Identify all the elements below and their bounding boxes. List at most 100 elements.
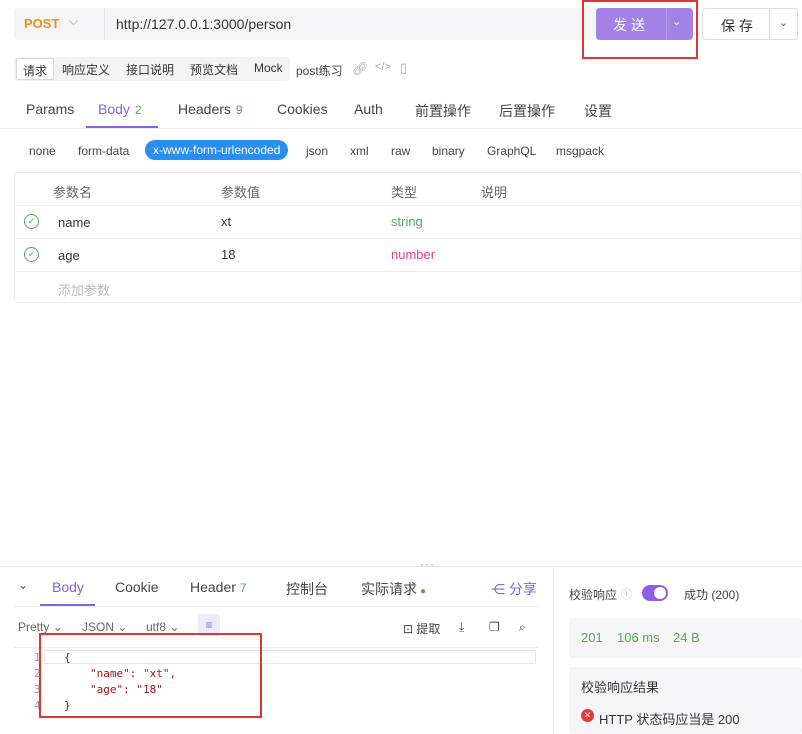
- validate-status: 成功 (200): [684, 588, 740, 602]
- tab-response-header-label: Header: [190, 579, 236, 595]
- tab-params[interactable]: Params: [26, 101, 74, 117]
- tab-preview-doc[interactable]: 预览文档: [184, 58, 244, 80]
- collapse-icon[interactable]: ⌄: [18, 578, 28, 592]
- tab-mock[interactable]: Mock: [248, 58, 289, 80]
- tab-settings[interactable]: 设置: [584, 101, 612, 121]
- col-header-value: 参数值: [221, 185, 261, 200]
- col-header-name: 参数名: [53, 185, 93, 200]
- body-type-binary[interactable]: binary: [432, 144, 465, 158]
- param-name[interactable]: age: [58, 248, 80, 263]
- chevron-down-icon[interactable]: ⌄: [779, 16, 788, 29]
- tab-auth[interactable]: Auth: [354, 101, 383, 117]
- check-icon[interactable]: ✓: [24, 214, 39, 229]
- chevron-down-icon: ⌄: [169, 620, 180, 634]
- validation-result: 校验响应结果 ✕ HTTP 状态码应当是 200: [569, 667, 802, 734]
- panel-icon[interactable]: ▯: [400, 60, 407, 76]
- share-label: 分享: [508, 581, 537, 597]
- divider: [553, 567, 554, 734]
- param-value[interactable]: xt: [221, 214, 231, 229]
- body-type-graphql[interactable]: GraphQL: [487, 144, 536, 158]
- table-row: ✓ name xt string: [15, 206, 802, 238]
- tab-response-header[interactable]: Header 7: [190, 579, 247, 595]
- highlight-box: [39, 633, 262, 718]
- tab-response-cookie[interactable]: Cookie: [115, 579, 159, 595]
- doc-name: post练习: [296, 64, 343, 78]
- add-param-input[interactable]: 添加参数: [58, 280, 110, 299]
- send-label: 发送: [613, 17, 649, 33]
- link-icon[interactable]: 🔗︎: [352, 61, 369, 77]
- drag-handle-icon[interactable]: ···: [420, 557, 435, 571]
- body-type-msgpack[interactable]: msgpack: [556, 144, 604, 158]
- response-stats: 201 106 ms 24 B: [569, 618, 802, 658]
- divider: [666, 8, 667, 40]
- format-lang-label: JSON: [82, 620, 115, 634]
- tab-pre-ops[interactable]: 前置操作: [415, 101, 471, 121]
- extract-button[interactable]: ⊡ 提取: [403, 620, 440, 637]
- tab-response-body[interactable]: Body: [52, 579, 84, 595]
- body-type-none[interactable]: none: [29, 144, 56, 158]
- tab-response-header-count: 7: [239, 581, 247, 595]
- param-type[interactable]: number: [391, 247, 435, 262]
- result-message: HTTP 状态码应当是 200: [599, 712, 740, 727]
- param-name[interactable]: name: [58, 215, 91, 230]
- format-lang-select[interactable]: JSON ⌄: [82, 620, 127, 634]
- check-icon[interactable]: ✓: [24, 247, 39, 262]
- body-type-form-data[interactable]: form-data: [78, 144, 129, 158]
- tab-api-desc[interactable]: 接口说明: [120, 58, 180, 80]
- body-type-raw[interactable]: raw: [391, 144, 410, 158]
- url-input[interactable]: http://127.0.0.1:3000/person: [116, 16, 291, 32]
- response-time: 106 ms: [617, 630, 660, 645]
- splitter[interactable]: [0, 566, 802, 567]
- result-title: 校验响应结果: [581, 680, 660, 695]
- send-button[interactable]: 发送 ⌄: [596, 8, 693, 40]
- body-type-json[interactable]: json: [306, 144, 328, 158]
- body-type-urlencoded[interactable]: x-www-form-urlencoded: [145, 140, 289, 160]
- download-icon[interactable]: ⤓: [459, 620, 464, 635]
- method-select[interactable]: POST: [24, 16, 59, 31]
- param-value[interactable]: 18: [221, 247, 235, 262]
- body-type-xml[interactable]: xml: [350, 144, 369, 158]
- tab-actual-request[interactable]: 实际请求 ●: [361, 579, 426, 599]
- tab-post-ops[interactable]: 后置操作: [499, 101, 555, 121]
- tab-body-count: 2: [134, 103, 142, 117]
- divider: [104, 8, 105, 40]
- param-type[interactable]: string: [391, 214, 423, 229]
- status-code: 201: [581, 630, 603, 645]
- chevron-down-icon[interactable]: ⌵: [69, 14, 78, 29]
- tab-response-def[interactable]: 响应定义: [56, 58, 116, 80]
- tab-body-label: Body: [98, 101, 130, 117]
- validate-toggle[interactable]: [642, 585, 668, 601]
- extract-icon: ⊡: [403, 622, 414, 636]
- tab-cookies[interactable]: Cookies: [277, 101, 328, 117]
- divider: [14, 606, 540, 607]
- format-pretty-select[interactable]: Pretty ⌄: [18, 620, 63, 634]
- divider: [15, 271, 802, 272]
- tab-request[interactable]: 请求: [16, 58, 55, 80]
- extract-label: 提取: [416, 622, 441, 636]
- table-row: ✓ age 18 number: [15, 239, 802, 271]
- encoding-select[interactable]: utf8 ⌄: [146, 620, 179, 634]
- share-button[interactable]: ⋲ 分享: [491, 579, 537, 599]
- chevron-down-icon: ⌄: [117, 620, 128, 634]
- save-label: 保存: [721, 18, 757, 34]
- col-header-type: 类型: [391, 185, 418, 200]
- help-icon[interactable]: ⓘ: [621, 586, 632, 602]
- chevron-down-icon[interactable]: ⌄: [672, 15, 681, 28]
- code-icon[interactable]: </>: [375, 61, 391, 73]
- status-dot-icon: ●: [420, 586, 427, 597]
- tab-headers-count: 9: [235, 103, 243, 117]
- tab-console[interactable]: 控制台: [286, 579, 328, 599]
- chevron-down-icon: ⌄: [52, 620, 63, 634]
- save-button[interactable]: 保存 ⌄: [702, 8, 798, 40]
- copy-icon[interactable]: ❐: [489, 620, 500, 634]
- tab-actual-request-label: 实际请求: [361, 581, 417, 597]
- col-header-desc: 说明: [481, 185, 508, 200]
- params-table: 参数名 参数值 类型 说明 ✓ name xt string ✓ age 18 …: [14, 172, 802, 303]
- encoding-label: utf8: [146, 620, 167, 634]
- search-icon[interactable]: ⌕: [519, 620, 526, 635]
- tab-headers[interactable]: Headers 9: [178, 101, 243, 117]
- toggle-knob: [654, 587, 666, 599]
- tab-body[interactable]: Body 2: [98, 101, 142, 117]
- response-size: 24 B: [673, 630, 700, 645]
- share-icon: ⋲: [491, 581, 505, 597]
